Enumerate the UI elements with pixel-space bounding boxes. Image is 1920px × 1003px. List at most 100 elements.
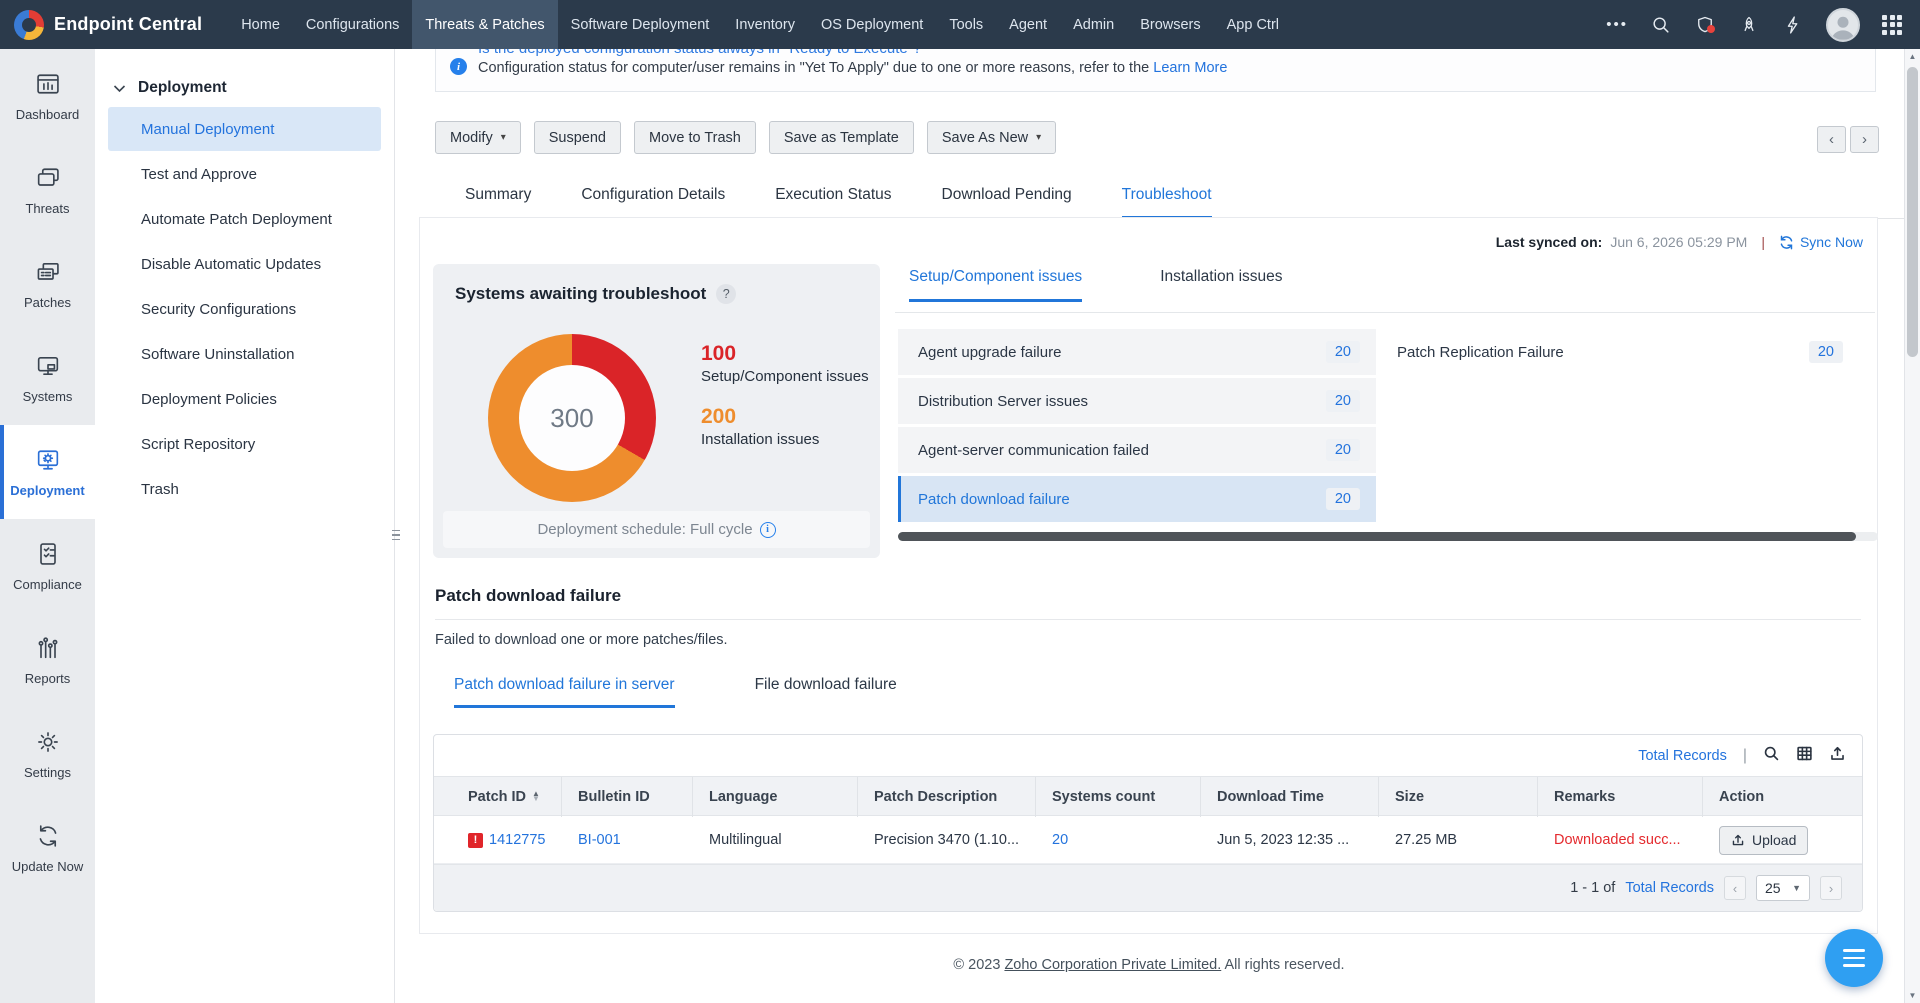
next-record-button[interactable]: ›: [1850, 126, 1879, 153]
setup-component-count[interactable]: 100: [701, 342, 871, 366]
count-badge[interactable]: 20: [1809, 341, 1843, 363]
col-action[interactable]: Action: [1703, 777, 1862, 817]
tab-file-download-failure[interactable]: File download failure: [755, 676, 897, 708]
vertical-scrollbar[interactable]: ▲ ▼: [1904, 49, 1920, 1003]
help-icon[interactable]: ?: [716, 284, 736, 304]
nav-home[interactable]: Home: [228, 0, 293, 49]
suspend-button[interactable]: Suspend: [534, 121, 621, 154]
learn-more-link[interactable]: Learn More: [1153, 60, 1227, 76]
scroll-down-arrow[interactable]: ▼: [1905, 988, 1920, 1003]
count-badge[interactable]: 20: [1326, 341, 1360, 363]
tree-header[interactable]: Deployment: [95, 49, 394, 107]
nav-inventory[interactable]: Inventory: [722, 0, 808, 49]
scrollbar-thumb[interactable]: [1907, 67, 1918, 357]
col-download-time[interactable]: Download Time: [1201, 777, 1379, 817]
panel-resize-handle[interactable]: [391, 515, 401, 555]
nav-threats-patches[interactable]: Threats & Patches: [412, 0, 557, 49]
patch-id-link[interactable]: 1412775: [489, 832, 545, 848]
col-size[interactable]: Size: [1379, 777, 1538, 817]
floating-menu-button[interactable]: [1825, 929, 1883, 987]
col-systems-count[interactable]: Systems count: [1036, 777, 1201, 817]
tab-troubleshoot[interactable]: Troubleshoot: [1122, 181, 1212, 219]
nav-tools[interactable]: Tools: [936, 0, 996, 49]
brand[interactable]: Endpoint Central: [0, 0, 228, 49]
apps-grid-icon[interactable]: [1882, 15, 1902, 35]
save-as-new-button[interactable]: Save As New▾: [927, 121, 1056, 154]
tree-item-manual-deployment[interactable]: Manual Deployment: [108, 107, 381, 151]
col-bulletin-id[interactable]: Bulletin ID: [562, 777, 693, 817]
tab-installation-issues[interactable]: Installation issues: [1160, 268, 1282, 302]
rail-compliance[interactable]: Compliance: [0, 519, 95, 613]
rail-deployment[interactable]: Deployment: [0, 425, 95, 519]
col-remarks[interactable]: Remarks: [1538, 777, 1703, 817]
nav-agent[interactable]: Agent: [996, 0, 1060, 49]
user-avatar[interactable]: [1826, 8, 1860, 42]
security-shield-icon[interactable]: [1694, 14, 1716, 36]
nav-browsers[interactable]: Browsers: [1127, 0, 1213, 49]
search-icon[interactable]: [1650, 14, 1672, 36]
lightning-icon[interactable]: [1782, 14, 1804, 36]
tab-execution-status[interactable]: Execution Status: [775, 181, 891, 219]
tree-item-automate-patch-deployment[interactable]: Automate Patch Deployment: [108, 197, 381, 241]
previous-record-button[interactable]: ‹: [1817, 126, 1846, 153]
tree-item-software-uninstallation[interactable]: Software Uninstallation: [108, 332, 381, 376]
tab-setup-component-issues[interactable]: Setup/Component issues: [909, 268, 1082, 302]
total-records-link[interactable]: Total Records: [1638, 748, 1727, 764]
sort-icon[interactable]: ▲▼: [532, 792, 540, 802]
move-to-trash-button[interactable]: Move to Trash: [634, 121, 756, 154]
issue-agent-server-communication[interactable]: Agent-server communication failed 20: [898, 427, 1376, 473]
issue-agent-upgrade-failure[interactable]: Agent upgrade failure 20: [898, 329, 1376, 375]
rail-systems[interactable]: Systems: [0, 331, 95, 425]
next-page-button[interactable]: ›: [1820, 876, 1842, 900]
rail-patches[interactable]: Patches: [0, 237, 95, 331]
count-badge[interactable]: 20: [1326, 390, 1360, 412]
sync-now-link[interactable]: Sync Now: [1779, 234, 1863, 250]
issue-distribution-server[interactable]: Distribution Server issues 20: [898, 378, 1376, 424]
count-badge[interactable]: 20: [1326, 488, 1360, 510]
col-language[interactable]: Language: [693, 777, 858, 817]
total-records-link[interactable]: Total Records: [1625, 880, 1714, 896]
scrollbar-thumb[interactable]: [898, 532, 1856, 541]
tab-configuration-details[interactable]: Configuration Details: [581, 181, 725, 219]
tree-item-trash[interactable]: Trash: [108, 467, 381, 511]
cell-remarks[interactable]: Downloaded succ...: [1538, 816, 1703, 864]
column-chooser-icon[interactable]: [1796, 745, 1813, 767]
tree-item-disable-automatic-updates[interactable]: Disable Automatic Updates: [108, 242, 381, 286]
table-search-icon[interactable]: [1763, 745, 1780, 767]
save-as-template-button[interactable]: Save as Template: [769, 121, 914, 154]
page-size-select[interactable]: 25 ▼: [1756, 875, 1810, 901]
tree-item-script-repository[interactable]: Script Repository: [108, 422, 381, 466]
horizontal-scrollbar[interactable]: [898, 532, 1878, 541]
systems-count-link[interactable]: 20: [1052, 832, 1068, 848]
nav-os-deployment[interactable]: OS Deployment: [808, 0, 936, 49]
col-patch-id[interactable]: Patch ID ▲▼: [434, 777, 562, 817]
more-menu-icon[interactable]: •••: [1606, 16, 1628, 33]
tab-patch-download-failure-in-server[interactable]: Patch download failure in server: [454, 676, 675, 708]
rocket-icon[interactable]: [1738, 14, 1760, 36]
installation-count[interactable]: 200: [701, 405, 871, 429]
issue-patch-replication-failure[interactable]: Patch Replication Failure 20: [1397, 329, 1859, 375]
nav-app-ctrl[interactable]: App Ctrl: [1214, 0, 1292, 49]
banner-question-link[interactable]: Is the deployed configuration status alw…: [478, 49, 1875, 57]
nav-configurations[interactable]: Configurations: [293, 0, 413, 49]
rail-settings[interactable]: Settings: [0, 707, 95, 801]
modify-button[interactable]: Modify▾: [435, 121, 521, 154]
rail-threats[interactable]: Threats: [0, 143, 95, 237]
upload-button[interactable]: Upload: [1719, 826, 1808, 855]
export-icon[interactable]: [1829, 745, 1846, 767]
rail-dashboard[interactable]: Dashboard: [0, 49, 95, 143]
info-icon[interactable]: i: [760, 522, 776, 538]
bulletin-id-link[interactable]: BI-001: [578, 832, 621, 848]
prev-page-button[interactable]: ‹: [1724, 876, 1746, 900]
rail-reports[interactable]: Reports: [0, 613, 95, 707]
tree-item-test-and-approve[interactable]: Test and Approve: [108, 152, 381, 196]
tree-item-security-configurations[interactable]: Security Configurations: [108, 287, 381, 331]
nav-admin[interactable]: Admin: [1060, 0, 1127, 49]
scroll-up-arrow[interactable]: ▲: [1905, 49, 1920, 64]
zoho-link[interactable]: Zoho Corporation Private Limited.: [1004, 957, 1221, 973]
tree-item-deployment-policies[interactable]: Deployment Policies: [108, 377, 381, 421]
nav-software-deployment[interactable]: Software Deployment: [558, 0, 723, 49]
rail-update-now[interactable]: Update Now: [0, 801, 95, 895]
troubleshoot-donut[interactable]: 300: [488, 334, 656, 502]
col-patch-description[interactable]: Patch Description: [858, 777, 1036, 817]
